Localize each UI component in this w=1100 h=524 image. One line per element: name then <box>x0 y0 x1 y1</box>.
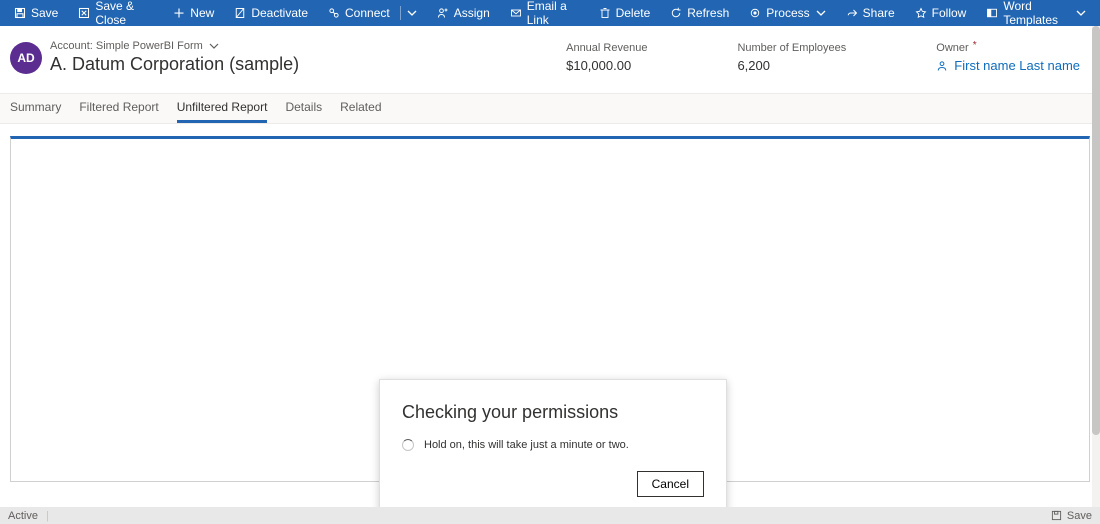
share-icon <box>846 7 858 19</box>
word-icon <box>986 7 998 19</box>
save-close-button[interactable]: Save & Close <box>68 0 163 26</box>
status-bar: Active | Save <box>0 507 1100 524</box>
field-label: Number of Employees <box>737 42 846 54</box>
page-title: A. Datum Corporation (sample) <box>50 54 299 75</box>
tab-details[interactable]: Details <box>285 100 322 123</box>
delete-label: Delete <box>616 6 651 20</box>
refresh-label: Refresh <box>687 6 729 20</box>
connect-label: Connect <box>345 6 390 20</box>
assign-button[interactable]: Assign <box>427 0 500 26</box>
tab-summary[interactable]: Summary <box>10 100 61 123</box>
deactivate-button[interactable]: Deactivate <box>224 0 318 26</box>
deactivate-icon <box>234 7 246 19</box>
tab-unfiltered-report[interactable]: Unfiltered Report <box>177 100 268 123</box>
connect-button[interactable]: Connect <box>318 0 427 26</box>
breadcrumb-text: Account: Simple PowerBI Form <box>50 40 203 52</box>
cancel-button[interactable]: Cancel <box>637 471 704 497</box>
status-save-label: Save <box>1067 510 1092 522</box>
share-label: Share <box>863 6 895 20</box>
new-button[interactable]: New <box>163 0 224 26</box>
ribbon-toolbar: Save Save & Close New Deactivate Connect… <box>0 0 1100 26</box>
record-header: AD Account: Simple PowerBI Form A. Datum… <box>0 26 1100 94</box>
field-annual-revenue: Annual Revenue $10,000.00 <box>566 42 647 73</box>
assign-icon <box>437 7 449 19</box>
process-label: Process <box>766 6 809 20</box>
tab-filtered-report[interactable]: Filtered Report <box>79 100 158 123</box>
tab-bar: Summary Filtered Report Unfiltered Repor… <box>0 94 1100 124</box>
save-button[interactable]: Save <box>4 0 68 26</box>
required-indicator: * <box>973 40 977 51</box>
follow-button[interactable]: Follow <box>905 0 977 26</box>
refresh-button[interactable]: Refresh <box>660 0 739 26</box>
plus-icon <box>173 7 185 19</box>
chevron-down-icon[interactable] <box>407 10 417 16</box>
field-value[interactable]: First name Last name <box>936 58 1080 73</box>
permissions-dialog: Checking your permissions Hold on, this … <box>379 379 727 516</box>
deactivate-label: Deactivate <box>251 6 308 20</box>
connect-icon <box>328 7 340 19</box>
field-label: Annual Revenue <box>566 42 647 54</box>
tab-related[interactable]: Related <box>340 100 381 123</box>
email-link-button[interactable]: Email a Link <box>500 0 589 26</box>
avatar-initials: AD <box>17 51 34 65</box>
save-label: Save <box>31 6 58 20</box>
chevron-down-icon[interactable] <box>1076 10 1086 16</box>
new-label: New <box>190 6 214 20</box>
process-icon <box>749 7 761 19</box>
word-templates-button[interactable]: Word Templates <box>976 0 1096 26</box>
dialog-title: Checking your permissions <box>402 402 704 423</box>
share-button[interactable]: Share <box>836 0 905 26</box>
status-save-button[interactable]: Save <box>1051 510 1092 522</box>
chevron-down-icon[interactable] <box>816 10 826 16</box>
status-left: Active <box>8 510 38 522</box>
save-icon <box>1051 510 1062 521</box>
report-panel: Checking your permissions Hold on, this … <box>10 136 1090 482</box>
email-icon <box>510 7 522 19</box>
assign-label: Assign <box>454 6 490 20</box>
process-button[interactable]: Process <box>739 0 835 26</box>
email-link-label: Email a Link <box>527 0 579 27</box>
dialog-body: Hold on, this will take just a minute or… <box>424 439 629 451</box>
avatar: AD <box>10 42 42 74</box>
word-templates-label: Word Templates <box>1003 0 1070 27</box>
save-icon <box>14 7 26 19</box>
field-value[interactable]: $10,000.00 <box>566 58 647 73</box>
field-owner: Owner* First name Last name <box>936 42 1080 73</box>
scrollbar[interactable] <box>1092 26 1100 507</box>
field-num-employees: Number of Employees 6,200 <box>737 42 846 73</box>
chevron-down-icon[interactable] <box>209 43 219 49</box>
star-icon <box>915 7 927 19</box>
save-close-label: Save & Close <box>95 0 153 27</box>
delete-button[interactable]: Delete <box>589 0 661 26</box>
field-label: Owner* <box>936 42 1080 54</box>
person-icon <box>936 60 948 72</box>
split-divider[interactable] <box>400 6 401 20</box>
refresh-icon <box>670 7 682 19</box>
save-close-icon <box>78 7 90 19</box>
follow-label: Follow <box>932 6 967 20</box>
delete-icon <box>599 7 611 19</box>
field-value[interactable]: 6,200 <box>737 58 846 73</box>
breadcrumb[interactable]: Account: Simple PowerBI Form <box>50 40 299 52</box>
spinner-icon <box>402 439 414 451</box>
